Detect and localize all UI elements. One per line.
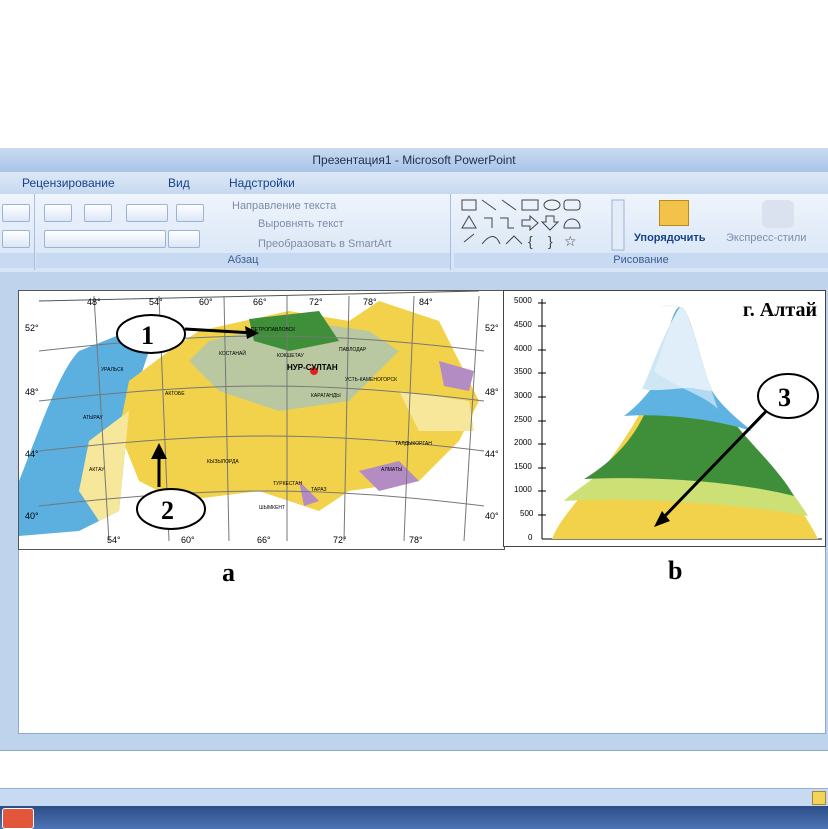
ribbon-group-paragraph: Направление текста Выровнять текст Преоб…	[36, 194, 451, 270]
lon-bottom-54: 54°	[107, 535, 121, 545]
quick-styles-button[interactable]: Экспресс-стили	[726, 232, 806, 244]
lon-top-60: 60°	[199, 297, 213, 307]
city-shymkent: ШЫМКЕНТ	[259, 505, 286, 511]
y-tick-1000: 1000	[514, 485, 532, 494]
lon-top-54: 54°	[149, 297, 163, 307]
text-direction-button[interactable]: Направление текста	[232, 200, 336, 212]
window-title-bar: Презентация1 - Microsoft PowerPoint	[0, 148, 828, 172]
ribbon-group-font-partial	[0, 194, 35, 270]
y-tick-3000: 3000	[514, 391, 532, 400]
y-tick-0: 0	[528, 533, 533, 542]
city-ust-kamenogorsk: УСТЬ-КАМЕНОГОРСК	[345, 377, 397, 383]
city-kostanay: КОСТАНАЙ	[219, 351, 246, 357]
lat-right-52: 52°	[485, 323, 499, 333]
lon-top-48: 48°	[87, 297, 101, 307]
y-tick-4500: 4500	[514, 320, 532, 329]
lon-top-84: 84°	[419, 297, 433, 307]
profile-title: г. Алтай	[742, 299, 817, 321]
city-turkestan: ТУРКЕСТАН	[273, 481, 303, 487]
marker-3-label: 3	[778, 383, 791, 412]
city-nur-sultan: НУР-СУЛТАН	[287, 363, 338, 372]
y-tick-4000: 4000	[514, 344, 532, 353]
lat-left-52: 52°	[25, 323, 39, 333]
text-effects-icon[interactable]	[2, 204, 30, 222]
city-kokshetau: КОКШЕТАУ	[277, 353, 304, 359]
lat-left-40: 40°	[25, 511, 39, 521]
svg-text:☆: ☆	[564, 233, 577, 249]
lat-right-40: 40°	[485, 511, 499, 521]
lon-top-66: 66°	[253, 297, 267, 307]
lon-top-78: 78°	[363, 297, 377, 307]
arrange-icon[interactable]	[659, 200, 689, 226]
city-almaty: АЛМАТЫ	[381, 467, 403, 473]
notes-pane[interactable]	[0, 750, 828, 789]
lon-top-72: 72°	[309, 297, 323, 307]
view-button-icon[interactable]	[812, 791, 826, 805]
city-pavlodar: ПАВЛОДАР	[339, 347, 367, 353]
tab-addins[interactable]: Надстройки	[229, 176, 295, 190]
city-taraz: ТАРАЗ	[311, 487, 327, 493]
align-text-button[interactable]: Выровнять текст	[258, 218, 344, 230]
tab-view[interactable]: Вид	[168, 176, 190, 190]
city-karagandy: КАРАГАНДЫ	[311, 393, 341, 399]
line-spacing-icon[interactable]	[176, 204, 204, 222]
map-picture[interactable]: 1 2 48° 54° 60° 66° 72° 78° 84° 54° 60° …	[18, 290, 505, 550]
arrange-button[interactable]: Упорядочить	[634, 232, 706, 244]
lat-right-44: 44°	[485, 449, 499, 459]
taskbar	[0, 806, 828, 829]
city-aktobe: АКТОБЕ	[165, 391, 185, 397]
ribbon-group-drawing: { } ☆ Упорядочить Экспресс-стили Рисован…	[454, 194, 828, 270]
convert-smartart-button[interactable]: Преобразовать в SmartArt	[258, 238, 391, 250]
city-uralsk: УРАЛЬСК	[101, 367, 124, 373]
y-tick-5000: 5000	[514, 296, 532, 305]
lon-bottom-66: 66°	[257, 535, 271, 545]
figure-label-a: a	[222, 558, 235, 587]
lat-right-48: 48°	[485, 387, 499, 397]
city-petropavlovsk: ПЕТРОПАВЛОВСК	[251, 327, 296, 333]
lon-bottom-60: 60°	[181, 535, 195, 545]
tab-review[interactable]: Рецензирование	[22, 176, 115, 190]
drawing-group-label: Рисование	[454, 253, 828, 268]
status-bar	[0, 788, 828, 807]
font-color-icon[interactable]	[2, 230, 30, 248]
ribbon-tabs: Рецензирование Вид Надстройки	[0, 172, 828, 194]
svg-text:}: }	[548, 233, 553, 249]
altitude-profile-picture[interactable]: 3 г. Алтай 5000 4500 4000 3500 3000 2500…	[503, 290, 826, 547]
font-group-label	[0, 253, 34, 268]
y-tick-3500: 3500	[514, 367, 532, 376]
numbering-icon[interactable]	[84, 204, 112, 222]
powerpoint-app-icon[interactable]	[2, 808, 34, 829]
city-atyrau: АТЫРАУ	[83, 415, 103, 421]
y-tick-2500: 2500	[514, 415, 532, 424]
lat-left-44: 44°	[25, 449, 39, 459]
y-tick-2000: 2000	[514, 438, 532, 447]
lon-bottom-72: 72°	[333, 535, 347, 545]
city-aktau: АКТАУ	[89, 467, 105, 473]
paragraph-group-label: Абзац	[36, 253, 450, 268]
window-title: Презентация1 - Microsoft PowerPoint	[312, 153, 516, 167]
svg-text:{: {	[528, 233, 533, 249]
indent-icon[interactable]	[126, 204, 168, 222]
city-kyzylorda: КЫЗЫЛОРДА	[207, 459, 239, 465]
altitude-zone-diagram: 3	[504, 291, 825, 546]
ribbon: Направление текста Выровнять текст Преоб…	[0, 194, 828, 273]
y-tick-500: 500	[520, 509, 534, 518]
alignment-buttons-icon[interactable]	[44, 230, 166, 248]
city-taldykorgan: ТАЛДЫКОРГАН	[395, 441, 432, 447]
columns-icon[interactable]	[168, 230, 200, 248]
lon-bottom-78: 78°	[409, 535, 423, 545]
lat-left-48: 48°	[25, 387, 39, 397]
marker-2-label: 2	[161, 496, 174, 525]
shapes-gallery-icon[interactable]: { } ☆	[460, 198, 632, 256]
marker-1-label: 1	[141, 321, 154, 350]
figure-label-b: b	[668, 556, 683, 585]
bullets-icon[interactable]	[44, 204, 72, 222]
quick-styles-icon[interactable]	[762, 200, 794, 228]
y-tick-1500: 1500	[514, 462, 532, 471]
